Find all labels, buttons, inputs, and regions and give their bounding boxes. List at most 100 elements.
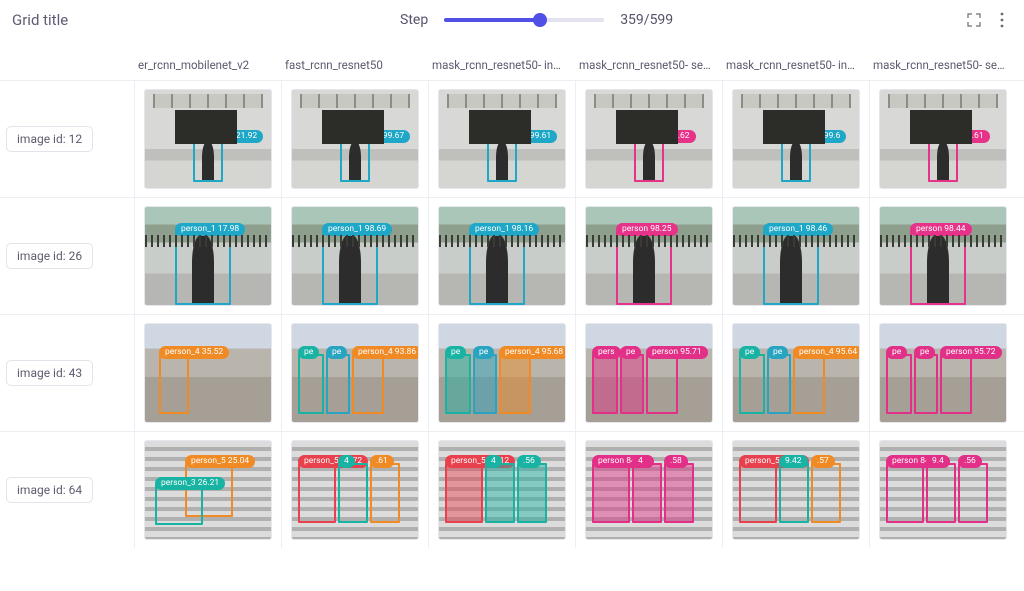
detection-label: person_4 95.64 bbox=[793, 346, 860, 359]
grid-cell[interactable]: person 84.549.4.56 bbox=[869, 432, 1016, 548]
result-thumbnail[interactable]: pepeperson 95.72 bbox=[879, 323, 1007, 423]
result-thumbnail[interactable]: person 99.61 bbox=[879, 89, 1007, 189]
result-thumbnail[interactable]: person 99.62 bbox=[585, 89, 713, 189]
detection-box: person_5 84.49 bbox=[739, 463, 777, 523]
detection-label: person_1 21.92 bbox=[193, 130, 263, 143]
detection-box: person_1 98.16 bbox=[469, 231, 525, 305]
detection-label: person 95.71 bbox=[646, 346, 708, 359]
detection-label: person_4 35.52 bbox=[159, 346, 229, 359]
grid-cell[interactable]: perspeperson 95.71 bbox=[575, 315, 722, 431]
detection-box: person_1 98.69 bbox=[322, 231, 378, 305]
detection-box: 4 bbox=[632, 463, 662, 523]
grid-cell[interactable]: pepeperson 95.72 bbox=[869, 315, 1016, 431]
grid-cell[interactable]: pepe person_4 93.86 bbox=[281, 315, 428, 431]
result-thumbnail[interactable]: person_1 17.98 bbox=[144, 206, 272, 306]
grid-cell[interactable]: person_5 25.04person_3 26.21 bbox=[134, 432, 281, 548]
result-thumbnail[interactable]: person 98.25 bbox=[585, 206, 713, 306]
grid-row: image id: 43person_4 35.52pepeperson_4 9… bbox=[0, 314, 1024, 431]
detection-label: person_4 93.86 bbox=[352, 346, 419, 359]
detection-label: .58 bbox=[664, 455, 688, 468]
detection-label: person_1 98.69 bbox=[322, 223, 392, 236]
grid-row: image id: 26 person_1 17.98 person_1 98.69… bbox=[0, 197, 1024, 314]
result-thumbnail[interactable]: person_4 35.52 bbox=[144, 323, 272, 423]
grid-cell[interactable]: pepeperson_4 95.64 bbox=[722, 315, 869, 431]
column-header[interactable]: mask_rcnn_resnet50- in… bbox=[428, 58, 575, 80]
detection-label: .61 bbox=[370, 455, 394, 468]
result-thumbnail[interactable]: person_5 84.124.56 bbox=[438, 440, 566, 540]
result-thumbnail[interactable]: perspeperson 95.71 bbox=[585, 323, 713, 423]
slider-thumb[interactable] bbox=[533, 13, 547, 27]
result-thumbnail[interactable]: person_1 98.16 bbox=[438, 206, 566, 306]
grid-cell[interactable]: person_1 98.16 bbox=[428, 198, 575, 314]
grid-cell[interactable]: person_1 17.98 bbox=[134, 198, 281, 314]
result-thumbnail[interactable]: person_5 25.04person_3 26.21 bbox=[144, 440, 272, 540]
detection-label: 4 bbox=[632, 455, 649, 468]
result-thumbnail[interactable]: person_1 99.67 bbox=[291, 89, 419, 189]
row-label-chip[interactable]: image id: 43 bbox=[6, 360, 93, 386]
result-thumbnail[interactable]: person_1 98.46 bbox=[732, 206, 860, 306]
column-header[interactable]: mask_rcnn_resnet50- se… bbox=[575, 58, 722, 80]
grid-cell[interactable]: person_5 84.499.42.57 bbox=[722, 432, 869, 548]
result-thumbnail[interactable]: pepe person_4 93.86 bbox=[291, 323, 419, 423]
grid-cell[interactable]: person 99.61 bbox=[869, 81, 1016, 197]
more-icon[interactable] bbox=[992, 10, 1012, 30]
result-thumbnail[interactable]: person 98.44 bbox=[879, 206, 1007, 306]
detection-label: 9.4 bbox=[926, 455, 950, 468]
grid-cell[interactable]: person_5 84.124.56 bbox=[428, 432, 575, 548]
grid-cell[interactable]: person_1 99.6 bbox=[722, 81, 869, 197]
column-header[interactable]: er_rcnn_mobilenet_v2 bbox=[134, 58, 281, 80]
grid-cell[interactable]: person_5 85.724.61 bbox=[281, 432, 428, 548]
result-thumbnail[interactable]: pepeperson_4 95.68 bbox=[438, 323, 566, 423]
detection-box: .57 bbox=[811, 463, 841, 523]
fullscreen-icon[interactable] bbox=[964, 10, 984, 30]
step-slider[interactable] bbox=[444, 18, 604, 22]
detection-label: pe bbox=[326, 346, 347, 359]
result-thumbnail[interactable]: person_1 99.6 bbox=[732, 89, 860, 189]
detection-box: person 84.51 bbox=[592, 463, 630, 523]
grid-cell[interactable]: person_1 98.46 bbox=[722, 198, 869, 314]
detection-box: pe bbox=[886, 354, 912, 414]
results-grid: er_rcnn_mobilenet_v2fast_rcnn_resnet50ma… bbox=[0, 58, 1024, 548]
grid-cell[interactable]: person_1 99.67 bbox=[281, 81, 428, 197]
result-thumbnail[interactable]: person_1 98.69 bbox=[291, 206, 419, 306]
grid-cell[interactable]: person 99.62 bbox=[575, 81, 722, 197]
detection-box: person_1 17.98 bbox=[175, 231, 231, 305]
grid-cell[interactable]: person_1 98.69 bbox=[281, 198, 428, 314]
detection-label: pe bbox=[298, 346, 319, 359]
grid-cell[interactable]: person 98.44 bbox=[869, 198, 1016, 314]
column-header[interactable]: fast_rcnn_resnet50 bbox=[281, 58, 428, 80]
detection-label: person_1 98.16 bbox=[469, 223, 539, 236]
row-label-chip[interactable]: image id: 12 bbox=[6, 126, 93, 152]
result-thumbnail[interactable]: person 84.514.58 bbox=[585, 440, 713, 540]
detection-label: .56 bbox=[517, 455, 541, 468]
column-header[interactable]: mask_rcnn_resnet50- in… bbox=[722, 58, 869, 80]
grid-cell[interactable]: person 84.514.58 bbox=[575, 432, 722, 548]
detection-box: person_4 93.86 bbox=[352, 354, 384, 414]
detection-box: 4 bbox=[485, 463, 515, 523]
detection-box: pe bbox=[767, 354, 791, 414]
grid-cell[interactable]: person_4 35.52 bbox=[134, 315, 281, 431]
result-thumbnail[interactable]: person 84.549.4.56 bbox=[879, 440, 1007, 540]
grid-cell[interactable]: person_1 21.92 bbox=[134, 81, 281, 197]
result-thumbnail[interactable]: person_1 21.92 bbox=[144, 89, 272, 189]
detection-box: 9.4 bbox=[926, 463, 956, 523]
column-header[interactable]: mask_rcnn_resnet50- se… bbox=[869, 58, 1016, 80]
result-thumbnail[interactable]: person_5 85.724.61 bbox=[291, 440, 419, 540]
grid-cell[interactable]: person 98.25 bbox=[575, 198, 722, 314]
grid-cell[interactable]: person_1 99.61 bbox=[428, 81, 575, 197]
result-thumbnail[interactable]: person_5 84.499.42.57 bbox=[732, 440, 860, 540]
result-thumbnail[interactable]: person_1 99.61 bbox=[438, 89, 566, 189]
detection-box: person_3 26.21 bbox=[155, 485, 203, 525]
grid-cell[interactable]: pepeperson_4 95.68 bbox=[428, 315, 575, 431]
row-label-chip[interactable]: image id: 26 bbox=[6, 243, 93, 269]
result-thumbnail[interactable]: pepeperson_4 95.64 bbox=[732, 323, 860, 423]
detection-box: person_4 35.52 bbox=[159, 354, 189, 414]
detection-label: person_1 17.98 bbox=[175, 223, 245, 236]
detection-box: person_4 95.68 bbox=[499, 354, 531, 414]
row-label-chip[interactable]: image id: 64 bbox=[6, 477, 93, 503]
detection-box: person_1 99.61 bbox=[487, 138, 517, 182]
detection-box: person 95.72 bbox=[940, 354, 972, 414]
detection-box: person 98.25 bbox=[616, 231, 672, 305]
detection-label: pe bbox=[473, 346, 494, 359]
detection-box: person 95.71 bbox=[646, 354, 678, 414]
